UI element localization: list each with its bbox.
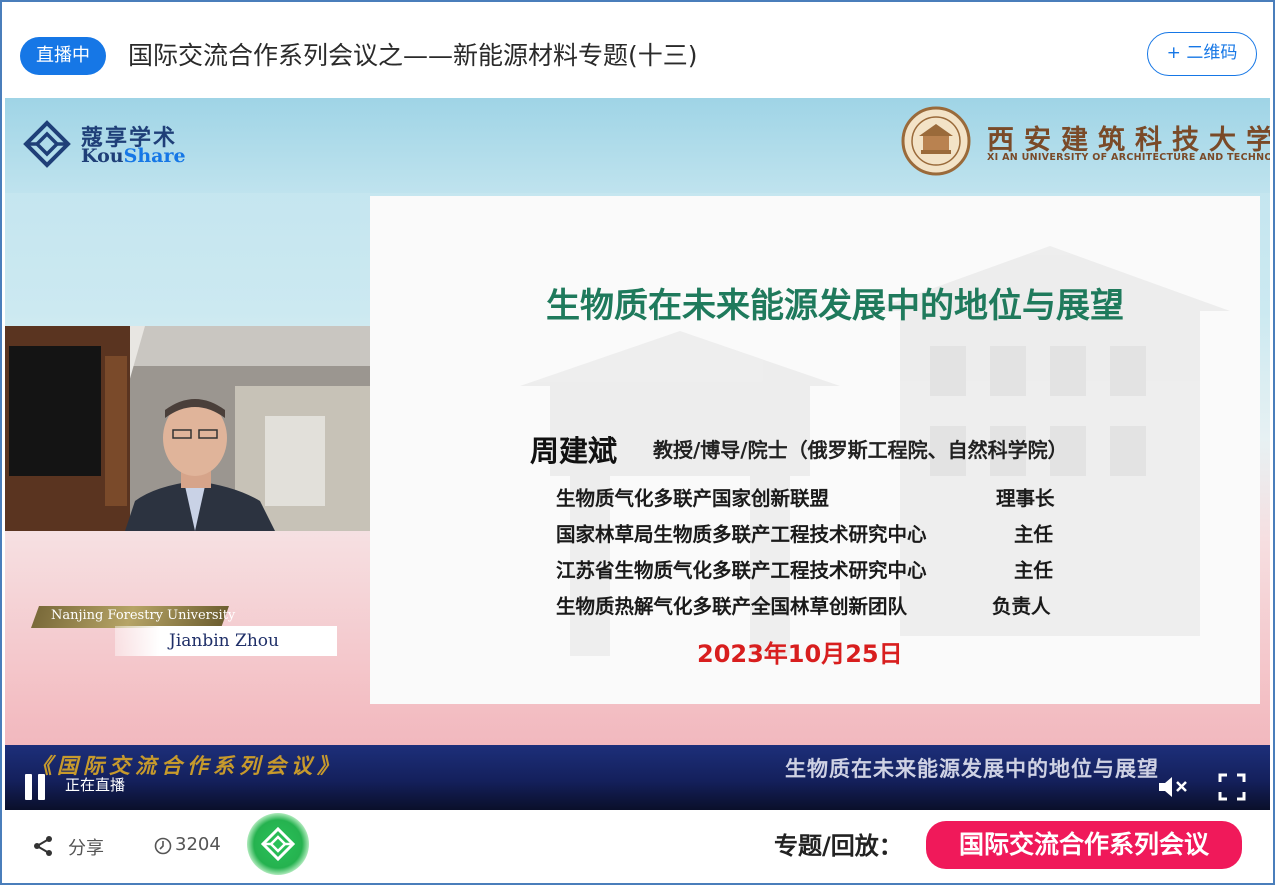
clock-icon	[154, 837, 172, 855]
presenter-titles: 教授/博导/院士（俄罗斯工程院、自然科学院）	[653, 438, 1068, 462]
page-footer: 分享 3204 专题/回放： 国际交流合作系列会议	[2, 810, 1273, 883]
affiliation-row: 生物质热解气化多联产全国林草创新团队 负责人	[556, 590, 1096, 626]
page-header: 直播中 国际交流合作系列会议之——新能源材料专题(十三) + 二维码	[2, 2, 1273, 98]
pause-icon[interactable]	[23, 774, 47, 800]
speaker-video-frame	[5, 326, 370, 531]
affiliation-list: 生物质气化多联产国家创新联盟 理事长 国家林草局生物质多联产工程技术研究中心 主…	[556, 482, 1096, 626]
qr-code-button[interactable]: + 二维码	[1147, 32, 1257, 76]
share-icon	[34, 836, 52, 856]
share-label: 分享	[68, 838, 104, 859]
live-badge: 直播中	[20, 37, 106, 75]
affiliation-org: 国家林草局生物质多联产工程技术研究中心	[556, 523, 927, 546]
koushare-logo: 蔻享学术 KouShare	[23, 120, 193, 170]
koushare-logo-en: KouShare	[81, 145, 186, 167]
slide-date: 2023年10月25日	[697, 640, 903, 668]
mute-icon[interactable]	[1155, 772, 1189, 802]
presentation-slide: 生物质在未来能源发展中的地位与展望 周建斌 教授/博导/院士（俄罗斯工程院、自然…	[370, 196, 1260, 704]
university-logo: 西安建筑科技大学 XI AN UNIVERSITY OF ARCHITECTUR…	[901, 106, 1270, 178]
talk-topic: 生物质在未来能源发展中的地位与展望	[785, 757, 1159, 781]
kou-share-float-icon	[261, 827, 295, 861]
university-seal-icon	[901, 106, 971, 176]
affiliation-row: 生物质气化多联产国家创新联盟 理事长	[556, 482, 1096, 518]
affiliation-role: 负责人	[992, 595, 1051, 618]
affiliation-row: 国家林草局生物质多联产工程技术研究中心 主任	[556, 518, 1096, 554]
fullscreen-icon[interactable]	[1217, 772, 1247, 802]
affiliation-role: 主任	[1014, 523, 1054, 546]
view-count-value: 3204	[175, 834, 221, 855]
topic-replay-label: 专题/回放：	[774, 832, 903, 860]
presenter-name: 周建斌	[530, 434, 618, 468]
page-title: 国际交流合作系列会议之——新能源材料专题(十三)	[128, 41, 698, 70]
slide-title: 生物质在未来能源发展中的地位与展望	[546, 286, 1124, 326]
speaker-name: Jianbin Zhou	[169, 631, 279, 651]
university-name-en: XI AN UNIVERSITY OF ARCHITECTURE AND TEC…	[987, 152, 1270, 163]
kou-share-float-button[interactable]	[247, 813, 309, 875]
video-player[interactable]: 蔻享学术 KouShare 西安建筑科技大学 XI AN UNIVERSITY …	[5, 98, 1270, 810]
affiliation-row: 江苏省生物质气化多联产工程技术研究中心 主任	[556, 554, 1096, 590]
speaker-affiliation: Nanjing Forestry University	[51, 608, 236, 623]
affiliation-role: 理事长	[996, 487, 1055, 510]
affiliation-org: 生物质热解气化多联产全国林草创新团队	[556, 595, 908, 618]
affiliation-role: 主任	[1014, 559, 1054, 582]
live-status: 正在直播	[65, 776, 126, 794]
lower-third-band: 《国际交流合作系列会议》 生物质在未来能源发展中的地位与展望	[5, 745, 1270, 810]
affiliation-org: 生物质气化多联产国家创新联盟	[556, 487, 830, 510]
affiliation-org: 江苏省生物质气化多联产工程技术研究中心	[556, 559, 927, 582]
koushare-logo-icon	[23, 120, 71, 168]
topic-series-button[interactable]: 国际交流合作系列会议	[926, 821, 1242, 869]
speaker-camera	[5, 326, 370, 531]
